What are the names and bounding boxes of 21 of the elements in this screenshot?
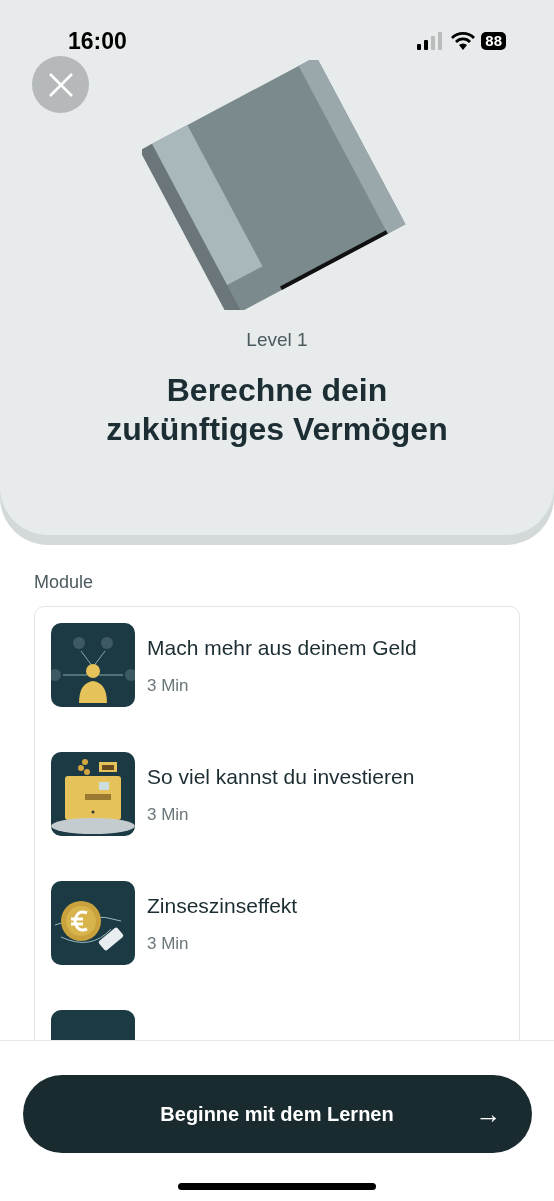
level-label: Level 1	[245, 328, 309, 352]
close-icon	[47, 71, 74, 98]
module-item[interactable]: Mach mehr aus deinem Geld 3 Min	[51, 623, 503, 707]
arrow-icon: →	[475, 1094, 502, 1134]
coin-tag-icon	[51, 881, 135, 965]
cash-register-icon	[51, 752, 135, 836]
section-label: Module	[34, 571, 95, 594]
person-arrows-icon	[51, 623, 135, 707]
start-learning-button[interactable]: Beginne mit dem Lernen →	[22, 1075, 532, 1153]
battery-indicator: 88	[481, 32, 506, 50]
module-title: Mach mehr aus deinem Geld	[147, 635, 417, 661]
module-duration: 3 Min	[147, 933, 190, 955]
status-time: 16:00	[68, 26, 127, 56]
module-duration: 3 Min	[147, 675, 190, 697]
module-title: So viel kannst du investieren	[147, 764, 415, 790]
module-item[interactable]: Zinseszinseffekt 3 Min	[51, 881, 503, 965]
module-duration: 3 Min	[147, 804, 190, 826]
module-title: Zinseszinseffekt	[147, 893, 298, 919]
module-item[interactable]: So viel kannst du investieren 3 Min	[51, 752, 503, 836]
page-title: Berechne dein zukünftiges Vermögen	[105, 370, 449, 449]
wifi-icon	[451, 32, 476, 50]
